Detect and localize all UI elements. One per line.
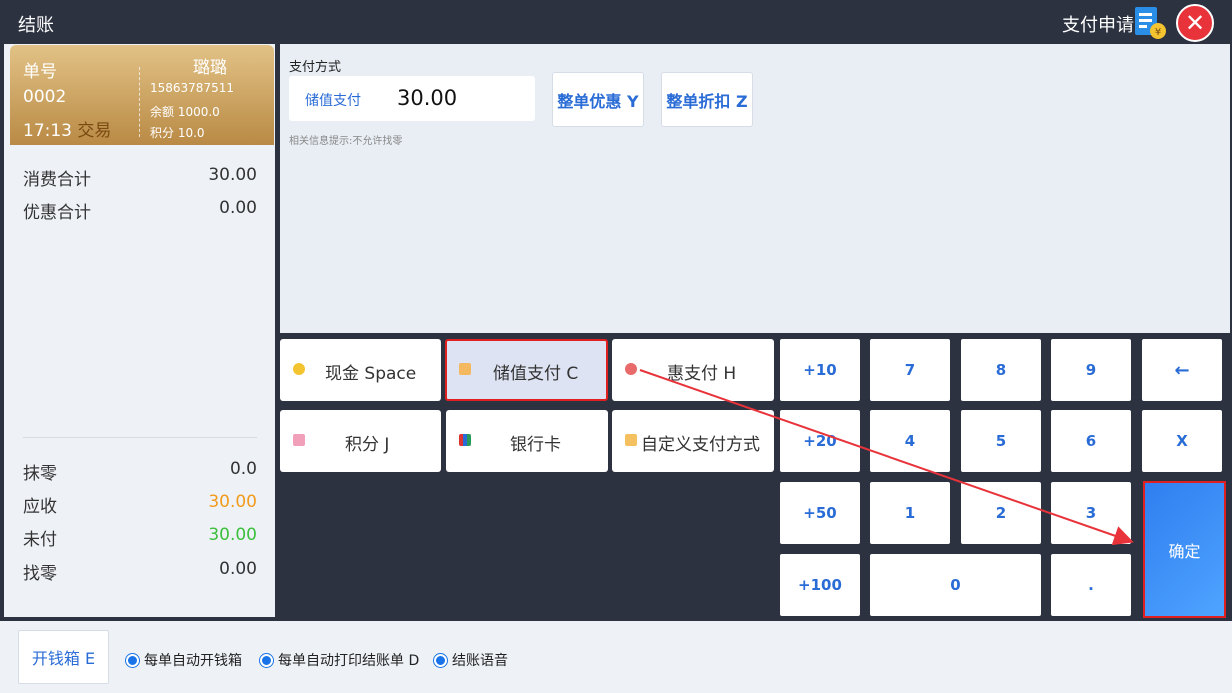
- radio-icon[interactable]: [126, 653, 139, 667]
- checkout-voice-option[interactable]: 结账语音: [434, 650, 508, 670]
- key-3[interactable]: 3: [1051, 482, 1131, 544]
- clear-key[interactable]: X: [1142, 410, 1222, 472]
- close-icon: ✕: [1184, 9, 1206, 37]
- close-button[interactable]: ✕: [1176, 4, 1214, 42]
- confirm-button[interactable]: 确定: [1143, 481, 1226, 618]
- receivable-row: 应收 30.00: [23, 492, 257, 517]
- change-value: 0.00: [219, 559, 257, 579]
- pay-hui-label: 惠支付 H: [667, 364, 737, 384]
- change-row: 找零 0.00: [23, 559, 257, 584]
- unionpay-icon: [459, 434, 471, 446]
- radio-icon[interactable]: [260, 653, 273, 667]
- pay-bank-card-button[interactable]: 银行卡: [446, 410, 608, 472]
- key-2[interactable]: 2: [961, 482, 1041, 544]
- payment-method-title: 支付方式: [289, 60, 342, 75]
- member-points: 积分 10.0: [150, 126, 205, 140]
- auto-print-label: 每单自动打印结账单 D: [278, 653, 420, 669]
- pay-points-button[interactable]: 积分 J: [280, 410, 441, 472]
- key-5[interactable]: 5: [961, 410, 1041, 472]
- svg-text:¥: ¥: [1155, 27, 1161, 38]
- discount-total-row: 优惠合计 0.00: [23, 198, 257, 223]
- payment-entry-amount[interactable]: 30.00: [397, 86, 457, 110]
- rounding-row: 抹零 0.0: [23, 459, 257, 484]
- receivable-label: 应收: [23, 497, 57, 517]
- member-phone: 15863787511: [150, 81, 234, 95]
- summary-divider: [23, 437, 257, 438]
- order-time: 17:13: [23, 121, 72, 141]
- auto-open-drawer-option[interactable]: 每单自动开钱箱: [126, 650, 242, 670]
- title-bar: 结账 支付申请 ¥ ✕: [0, 0, 1232, 44]
- payment-entry-name: 储值支付: [305, 93, 361, 109]
- unpaid-label: 未付: [23, 530, 57, 550]
- pay-custom-label: 自定义支付方式: [641, 435, 760, 455]
- checkout-voice-label: 结账语音: [452, 653, 508, 669]
- discount-total-value: 0.00: [219, 198, 257, 218]
- receivable-value: 30.00: [208, 492, 257, 512]
- payment-entry[interactable]: 储值支付 30.00: [289, 76, 535, 121]
- hui-pay-icon: [625, 363, 637, 375]
- radio-icon[interactable]: [434, 653, 447, 667]
- key-dot[interactable]: .: [1051, 554, 1131, 616]
- card-divider: [139, 67, 140, 137]
- trade-label: 交易: [77, 121, 112, 141]
- pay-hui-button[interactable]: 惠支付 H: [612, 339, 774, 401]
- key-7[interactable]: 7: [870, 339, 950, 401]
- pay-apply-icon[interactable]: ¥: [1134, 5, 1168, 41]
- unpaid-value: 30.00: [208, 525, 257, 545]
- pay-bank-card-label: 银行卡: [510, 435, 561, 455]
- order-discount-button[interactable]: 整单优惠 Y: [552, 72, 644, 127]
- key-plus-20[interactable]: +20: [780, 410, 860, 472]
- auto-open-drawer-label: 每单自动开钱箱: [144, 653, 242, 669]
- order-card: 单号 0002 17:13 交易 璐璐 15863787511 余额 1000.…: [10, 45, 274, 145]
- key-plus-10[interactable]: +10: [780, 339, 860, 401]
- rounding-value: 0.0: [229, 459, 257, 479]
- unpaid-row: 未付 30.00: [23, 525, 257, 550]
- change-label: 找零: [23, 564, 57, 584]
- member-balance: 余额 1000.0: [150, 105, 220, 119]
- payment-hint: 相关信息提示:不允许找零: [289, 136, 403, 147]
- coin-icon: [293, 363, 305, 375]
- key-plus-50[interactable]: +50: [780, 482, 860, 544]
- consume-total-value: 30.00: [208, 165, 257, 185]
- key-plus-100[interactable]: +100: [780, 554, 860, 616]
- key-8[interactable]: 8: [961, 339, 1041, 401]
- pay-cash-label: 现金 Space: [325, 364, 417, 384]
- order-no-label: 单号: [23, 62, 57, 82]
- key-9[interactable]: 9: [1051, 339, 1131, 401]
- pay-points-label: 积分 J: [345, 435, 390, 455]
- consume-total-row: 消费合计 30.00: [23, 165, 257, 190]
- bottom-bar: 开钱箱 E 每单自动开钱箱 每单自动打印结账单 D 结账语音: [0, 621, 1232, 693]
- key-6[interactable]: 6: [1051, 410, 1131, 472]
- page-title: 结账: [18, 15, 54, 36]
- member-name: 璐璐: [193, 58, 227, 78]
- payment-method-panel: 支付方式 储值支付 30.00 整单优惠 Y 整单折扣 Z 相关信息提示:不允许…: [280, 44, 1230, 333]
- key-1[interactable]: 1: [870, 482, 950, 544]
- pay-stored-value-button[interactable]: 储值支付 C: [445, 339, 608, 401]
- pay-cash-button[interactable]: 现金 Space: [280, 339, 441, 401]
- backspace-key[interactable]: ←: [1142, 339, 1222, 401]
- card-icon: [459, 363, 471, 375]
- key-0[interactable]: 0: [870, 554, 1041, 616]
- consume-total-label: 消费合计: [23, 170, 91, 190]
- custom-pay-icon: [625, 434, 637, 446]
- discount-total-label: 优惠合计: [23, 203, 91, 223]
- auto-print-option[interactable]: 每单自动打印结账单 D: [260, 650, 419, 670]
- order-no: 0002: [23, 87, 67, 107]
- key-4[interactable]: 4: [870, 410, 950, 472]
- open-cash-drawer-button[interactable]: 开钱箱 E: [18, 630, 109, 684]
- pay-stored-value-label: 储值支付 C: [493, 364, 579, 384]
- pay-apply-label[interactable]: 支付申请: [1062, 11, 1134, 37]
- order-rebate-button[interactable]: 整单折扣 Z: [661, 72, 753, 127]
- rounding-label: 抹零: [23, 464, 57, 484]
- points-icon: [293, 434, 305, 446]
- order-summary-panel: 单号 0002 17:13 交易 璐璐 15863787511 余额 1000.…: [4, 44, 275, 617]
- pay-custom-button[interactable]: 自定义支付方式: [612, 410, 774, 472]
